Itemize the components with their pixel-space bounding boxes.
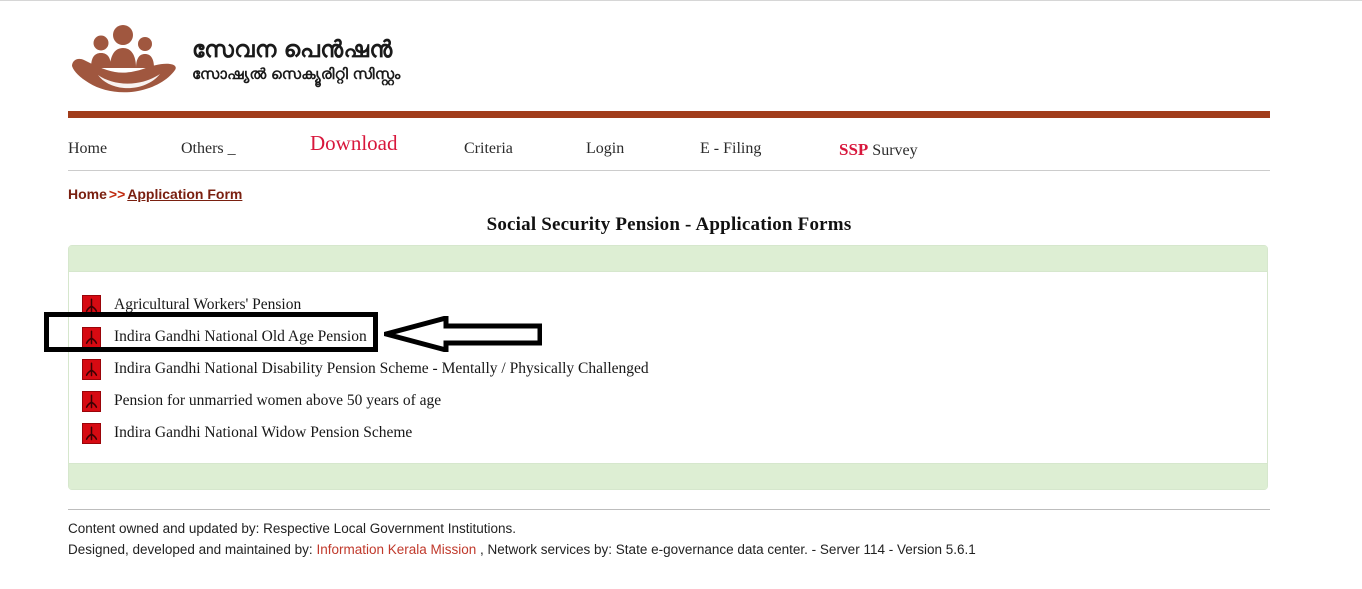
- nav-item-e-filing[interactable]: E - Filing: [700, 140, 761, 158]
- nav-item-home[interactable]: Home: [68, 140, 107, 158]
- form-link-label[interactable]: Indira Gandhi National Disability Pensio…: [114, 360, 649, 378]
- list-item[interactable]: Indira Gandhi National Old Age Pension: [69, 321, 1267, 353]
- form-link-label[interactable]: Indira Gandhi National Old Age Pension: [114, 328, 367, 346]
- pdf-icon: [82, 422, 101, 444]
- panel-bottom-bar: [69, 463, 1267, 489]
- list-item[interactable]: Indira Gandhi National Widow Pension Sch…: [69, 417, 1267, 449]
- nav-item-download[interactable]: Download: [310, 131, 398, 156]
- page-root: സേവന പെൻഷൻ സോഷ്യൽ സെക്യൂരിറ്റി സിസ്റ്റം …: [0, 0, 1362, 589]
- page-title: Social Security Pension - Application Fo…: [486, 214, 852, 235]
- pdf-icon: [82, 326, 101, 348]
- breadcrumb-application-form[interactable]: Application Form: [127, 186, 242, 202]
- nav-ssp-rest: Survey: [868, 142, 918, 159]
- forms-list: Agricultural Workers' Pension Indira Gan…: [69, 272, 1267, 463]
- form-link-label[interactable]: Pension for unmarried women above 50 yea…: [114, 392, 441, 410]
- application-forms-panel: Agricultural Workers' Pension Indira Gan…: [68, 245, 1268, 490]
- hand-holding-people-icon: [68, 22, 178, 98]
- nav-ssp-accent: SSP: [839, 140, 869, 159]
- site-subtitle-malayalam: സോഷ്യൽ സെക്യൂരിറ്റി സിസ്റ്റം: [192, 66, 401, 84]
- header-accent-rule: [68, 111, 1270, 118]
- site-footer: Content owned and updated by: Respective…: [68, 519, 1270, 561]
- footer-ikm-link[interactable]: Information Kerala Mission: [316, 542, 476, 557]
- pdf-icon: [82, 358, 101, 380]
- list-item[interactable]: Agricultural Workers' Pension: [69, 289, 1267, 321]
- site-header: സേവന പെൻഷൻ സോഷ്യൽ സെക്യൂരിറ്റി സിസ്റ്റം: [68, 14, 1270, 106]
- breadcrumb-home[interactable]: Home: [68, 186, 107, 202]
- pdf-icon: [82, 390, 101, 412]
- list-item[interactable]: Indira Gandhi National Disability Pensio…: [69, 353, 1267, 385]
- site-title-malayalam: സേവന പെൻഷൻ: [192, 35, 393, 62]
- pdf-icon: [82, 294, 101, 316]
- breadcrumb-separator: >>: [108, 186, 126, 202]
- form-link-label[interactable]: Indira Gandhi National Widow Pension Sch…: [114, 424, 412, 442]
- nav-item-others[interactable]: Others _: [181, 140, 236, 158]
- site-branding: സേവന പെൻഷൻ സോഷ്യൽ സെക്യൂരിറ്റി സിസ്റ്റം: [192, 36, 401, 84]
- footer-credits-line: Designed, developed and maintained by: I…: [68, 540, 1270, 561]
- footer-divider: [68, 509, 1270, 510]
- panel-top-bar: [69, 246, 1267, 272]
- footer-ownership-line: Content owned and updated by: Respective…: [68, 521, 517, 536]
- form-link-label[interactable]: Agricultural Workers' Pension: [114, 296, 301, 314]
- nav-item-login[interactable]: Login: [586, 140, 624, 158]
- footer-credits-prefix: Designed, developed and maintained by:: [68, 541, 317, 557]
- list-item[interactable]: Pension for unmarried women above 50 yea…: [69, 385, 1267, 417]
- nav-item-criteria[interactable]: Criteria: [464, 140, 513, 158]
- footer-credits-suffix: , Network services by: State e-governanc…: [476, 541, 976, 557]
- breadcrumb: Home >> Application Form: [68, 186, 242, 202]
- nav-item-ssp-survey[interactable]: SSP Survey: [839, 140, 918, 160]
- main-navigation: Home Others _ Download Criteria Login E …: [68, 126, 1270, 171]
